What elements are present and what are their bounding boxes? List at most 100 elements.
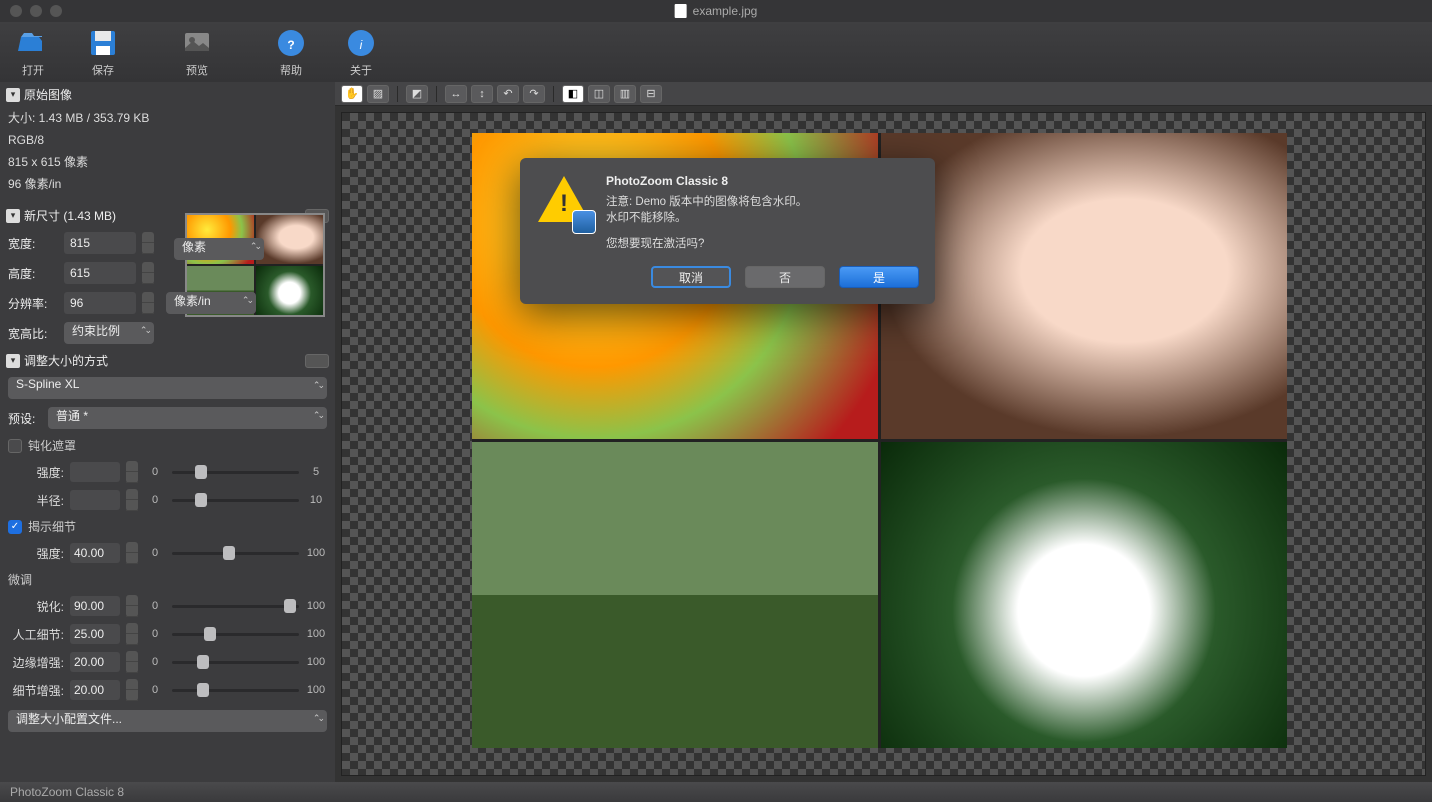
section-original-label: 原始图像 xyxy=(24,86,329,103)
chevron-down-icon[interactable]: ▾ xyxy=(6,209,20,223)
about-label: 关于 xyxy=(350,62,372,78)
um-intensity-label: 强度: xyxy=(8,464,64,481)
um-intensity-input[interactable] xyxy=(70,462,120,482)
algorithm-select[interactable]: S-Spline XL xyxy=(8,377,327,399)
minimize-window-icon[interactable] xyxy=(30,5,42,17)
artificial-row: 人工细节: 0 100 xyxy=(0,620,335,648)
open-label: 打开 xyxy=(22,62,44,78)
settings-sidebar: ▾ 原始图像 大小: 1.43 MB / 353.79 KB RGB/8 815… xyxy=(0,82,335,782)
main-toolbar: 打开 保存 预览 ? 帮助 i 关于 xyxy=(0,22,1432,82)
section-method-label: 调整大小的方式 xyxy=(24,352,301,369)
activation-dialog: ! PhotoZoom Classic 8 注意: Demo 版本中的图像将包含… xyxy=(520,158,935,304)
artificial-slider[interactable] xyxy=(172,624,299,644)
edge-boost-row: 边缘增强: 0 100 xyxy=(0,648,335,676)
rd-intensity-input[interactable] xyxy=(70,543,120,563)
view-split-h-button[interactable]: ⊟ xyxy=(640,85,662,103)
method-options-button[interactable] xyxy=(305,354,329,368)
artificial-label: 人工细节: xyxy=(8,626,64,643)
reveal-detail-row: ✓ 揭示细节 xyxy=(0,514,335,539)
resolution-label: 分辨率: xyxy=(8,295,58,312)
width-label: 宽度: xyxy=(8,235,58,252)
chevron-down-icon[interactable]: ▾ xyxy=(6,88,20,102)
view-split-v-button[interactable]: ◫ xyxy=(588,85,610,103)
um-radius-slider[interactable] xyxy=(172,490,299,510)
view-split-double-button[interactable]: ▥ xyxy=(614,85,636,103)
resolution-input[interactable] xyxy=(64,292,136,314)
window-titlebar: example.jpg xyxy=(0,0,1432,22)
view-single-button[interactable]: ◧ xyxy=(562,85,584,103)
window-title: example.jpg xyxy=(675,4,758,18)
preview-button[interactable]: 预览 xyxy=(172,26,222,78)
um-intensity-stepper[interactable] xyxy=(126,461,138,483)
hand-tool-button[interactable]: ✋ xyxy=(341,85,363,103)
about-button[interactable]: i 关于 xyxy=(336,26,386,78)
close-window-icon[interactable] xyxy=(10,5,22,17)
height-stepper[interactable] xyxy=(142,262,154,284)
detail-boost-input[interactable] xyxy=(70,680,120,700)
unit-select[interactable]: 像素 xyxy=(174,238,264,260)
preset-row: 预设: 普通 * xyxy=(0,403,335,433)
zoom-window-icon[interactable] xyxy=(50,5,62,17)
crop-tool-button[interactable]: ◩ xyxy=(406,85,428,103)
sharpness-stepper[interactable] xyxy=(126,595,138,617)
um-radius-label: 半径: xyxy=(8,492,64,509)
window-title-text: example.jpg xyxy=(693,4,758,18)
detail-boost-label: 细节增强: xyxy=(8,682,64,699)
help-button[interactable]: ? 帮助 xyxy=(266,26,316,78)
section-method-header[interactable]: ▾ 调整大小的方式 xyxy=(0,348,335,373)
sharpness-slider[interactable] xyxy=(172,596,299,616)
image-quadrant-woman xyxy=(881,133,1287,439)
edge-boost-input[interactable] xyxy=(70,652,120,672)
resolution-stepper[interactable] xyxy=(142,292,154,314)
warning-icon: ! xyxy=(536,174,592,230)
marquee-tool-button[interactable]: ▨ xyxy=(367,85,389,103)
um-intensity-row: 强度: 0 5 xyxy=(0,458,335,486)
edge-boost-label: 边缘增强: xyxy=(8,654,64,671)
um-radius-input[interactable] xyxy=(70,490,120,510)
window-controls[interactable] xyxy=(10,5,62,17)
preset-select[interactable]: 普通 * xyxy=(48,407,327,429)
dialog-cancel-button[interactable]: 取消 xyxy=(651,266,731,288)
edge-boost-slider[interactable] xyxy=(172,652,299,672)
chevron-down-icon[interactable]: ▾ xyxy=(6,354,20,368)
aspect-select[interactable]: 约束比例 xyxy=(64,322,154,344)
detail-boost-row: 细节增强: 0 100 xyxy=(0,676,335,704)
height-input[interactable] xyxy=(64,262,136,284)
rd-intensity-slider[interactable] xyxy=(172,543,299,563)
dialog-no-button[interactable]: 否 xyxy=(745,266,825,288)
status-bar: PhotoZoom Classic 8 xyxy=(0,782,1432,802)
um-intensity-slider[interactable] xyxy=(172,462,299,482)
width-row: 宽度: xyxy=(0,228,335,258)
resize-profile-select[interactable]: 调整大小配置文件... xyxy=(8,710,327,732)
resolution-unit-select[interactable]: 像素/in xyxy=(166,292,256,314)
reveal-detail-label: 揭示细节 xyxy=(28,518,76,535)
flip-v-button[interactable]: ↕ xyxy=(471,85,493,103)
um-radius-stepper[interactable] xyxy=(126,489,138,511)
edge-boost-stepper[interactable] xyxy=(126,651,138,673)
detail-boost-slider[interactable] xyxy=(172,680,299,700)
dialog-yes-button[interactable]: 是 xyxy=(839,266,919,288)
image-quadrant-lily xyxy=(881,442,1287,748)
artificial-stepper[interactable] xyxy=(126,623,138,645)
flip-h-button[interactable]: ↔ xyxy=(445,85,467,103)
unsharp-mask-checkbox[interactable] xyxy=(8,439,22,453)
separator xyxy=(436,86,437,102)
width-stepper[interactable] xyxy=(142,232,154,254)
detail-boost-stepper[interactable] xyxy=(126,679,138,701)
separator xyxy=(397,86,398,102)
section-original-header[interactable]: ▾ 原始图像 xyxy=(0,82,335,107)
sharpness-input[interactable] xyxy=(70,596,120,616)
width-input[interactable] xyxy=(64,232,136,254)
save-button[interactable]: 保存 xyxy=(78,26,128,78)
rotate-cw-button[interactable]: ↷ xyxy=(523,85,545,103)
preset-label: 预设: xyxy=(8,410,42,427)
artificial-input[interactable] xyxy=(70,624,120,644)
rd-intensity-stepper[interactable] xyxy=(126,542,138,564)
resolution-row: 分辨率: 像素/in xyxy=(0,288,335,318)
reveal-detail-checkbox[interactable]: ✓ xyxy=(8,520,22,534)
rotate-ccw-button[interactable]: ↶ xyxy=(497,85,519,103)
um-radius-row: 半径: 0 10 xyxy=(0,486,335,514)
dialog-title: PhotoZoom Classic 8 xyxy=(606,174,919,188)
help-icon: ? xyxy=(274,26,308,60)
open-button[interactable]: 打开 xyxy=(8,26,58,78)
